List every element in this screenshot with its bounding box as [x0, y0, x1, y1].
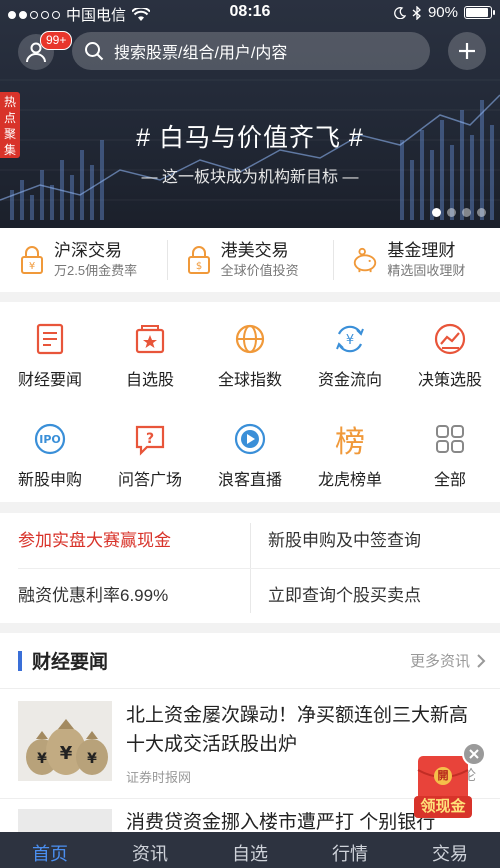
tab-watchlist[interactable]: 自选 [200, 832, 300, 868]
divider [18, 568, 500, 569]
pagination-dot[interactable] [447, 208, 456, 217]
quick-links: 参加实盘大赛赢现金 新股申购及中签查询 融资优惠利率6.99% 立即查询个股买卖… [0, 513, 500, 623]
chevron-right-icon [477, 653, 486, 668]
grid-label: 资金流向 [317, 372, 382, 389]
trade-title: 基金理财 [387, 241, 456, 260]
grid-item-live[interactable]: 浪客直播 [200, 402, 300, 502]
svg-text:$: $ [195, 261, 201, 272]
trade-subtitle: 全球价值投资 [220, 263, 299, 278]
trend-chart-icon [431, 320, 469, 358]
question-bubble-icon: ? [131, 420, 169, 458]
battery-percent: 90% [427, 4, 458, 21]
moon-icon [394, 6, 406, 19]
lock-yen-icon: ¥ [18, 243, 46, 277]
grid-label: 全部 [433, 472, 466, 489]
stock-query-link[interactable]: 立即查询个股买卖点 [250, 568, 500, 623]
tab-home[interactable]: 首页 [0, 832, 100, 868]
grid-label: 龙虎榜单 [317, 472, 382, 489]
lock-dollar-icon: $ [185, 243, 213, 277]
trade-entry-row: ¥ 沪深交易 万2.5佣金费率 $ 港美交易 全球价值投资 基金理财 精选固收理… [0, 228, 500, 292]
grid-item-ipo[interactable]: IPO 新股申购 [0, 402, 100, 502]
play-icon [231, 420, 269, 458]
search-icon [85, 42, 104, 61]
grid-item-fund-flow[interactable]: ¥ 资金流向 [300, 302, 400, 402]
svg-text:¥: ¥ [37, 751, 47, 767]
news-doc-icon [31, 320, 69, 358]
grid-label: 全球指数 [217, 372, 282, 389]
trade-subtitle: 万2.5佣金费率 [54, 263, 138, 278]
trade-subtitle: 精选固收理财 [387, 263, 466, 278]
section-marker [18, 650, 22, 671]
trade-title: 沪深交易 [54, 241, 122, 260]
banner-title: # 白马与价值齐飞 # [136, 124, 364, 152]
grid-item-global-index[interactable]: 全球指数 [200, 302, 300, 402]
grid-item-finance-news[interactable]: 财经要闻 [0, 302, 100, 402]
promo-contest-link[interactable]: 参加实盘大赛赢现金 [0, 513, 250, 568]
close-icon [469, 749, 479, 759]
article-thumbnail: ¥ ¥ ¥ [18, 701, 112, 781]
notification-badge: 99+ [40, 31, 73, 50]
svg-text:¥: ¥ [29, 261, 35, 272]
tab-news[interactable]: 资讯 [100, 832, 200, 868]
ipo-query-link[interactable]: 新股申购及中签查询 [250, 513, 500, 568]
svg-text:¥: ¥ [60, 743, 73, 764]
watchlist-icon [131, 320, 169, 358]
grid-label: 问答广场 [117, 472, 182, 489]
status-bar: 中国电信 08:16 90% [0, 0, 500, 26]
margin-rate-link[interactable]: 融资优惠利率6.99% [0, 568, 250, 623]
trade-title: 港美交易 [220, 241, 289, 260]
bang-char-icon: 榜 [335, 425, 365, 460]
grid-label: 自选股 [125, 372, 174, 389]
svg-text:?: ? [146, 431, 154, 447]
feature-grid: 财经要闻 自选股 全球指数 ¥ 资金流向 决策选股 IPO 新股申购 ? 问答广 [0, 302, 500, 502]
yen-cycle-icon: ¥ [331, 320, 369, 358]
hero-banner[interactable]: 中国电信 08:16 90% 99+ 搜索股票/组合/用户/内容 热点聚集 # … [0, 0, 500, 228]
plus-icon [459, 43, 475, 59]
svg-text:¥: ¥ [87, 751, 97, 767]
red-packet-label[interactable]: 领现金 [414, 796, 472, 818]
trade-item-hk-us[interactable]: $ 港美交易 全球价值投资 [166, 228, 334, 292]
pagination-dot[interactable] [462, 208, 471, 217]
close-red-packet-button[interactable] [462, 742, 486, 766]
banner-pagination[interactable] [432, 208, 486, 217]
grid-label: 浪客直播 [217, 472, 282, 489]
search-placeholder: 搜索股票/组合/用户/内容 [114, 45, 288, 62]
grid-item-all[interactable]: 全部 [400, 402, 500, 502]
trade-item-a-share[interactable]: ¥ 沪深交易 万2.5佣金费率 [0, 228, 167, 292]
tab-trade[interactable]: 交易 [400, 832, 500, 868]
add-button[interactable] [448, 32, 486, 70]
grid-item-decision[interactable]: 决策选股 [400, 302, 500, 402]
more-news-link[interactable]: 更多资讯 [410, 650, 486, 671]
battery-icon [464, 6, 495, 19]
grid-label: 决策选股 [417, 372, 482, 389]
svg-text:IPO: IPO [39, 433, 61, 446]
trade-item-fund[interactable]: 基金理财 精选固收理财 [333, 228, 500, 292]
globe-icon [231, 320, 269, 358]
article-title: 北上资金屡次躁动！净买额连创三大新高 十大成交活跃股出炉 [126, 705, 469, 755]
grid-item-qa[interactable]: ? 问答广场 [100, 402, 200, 502]
grid-label: 财经要闻 [17, 372, 82, 389]
red-packet-glyph: 開 [437, 770, 449, 782]
pagination-dot[interactable] [477, 208, 486, 217]
news-header: 财经要闻 更多资讯 [0, 633, 500, 689]
grid-label: 新股申购 [17, 472, 82, 489]
search-bar[interactable]: 搜索股票/组合/用户/内容 [72, 32, 430, 70]
banner-subtitle: — 这一板块成为机构新目标 — [141, 169, 359, 186]
piggy-bank-icon [351, 243, 379, 277]
grid-all-icon [431, 420, 469, 458]
svg-text:¥: ¥ [346, 333, 354, 348]
grid-item-watchlist[interactable]: 自选股 [100, 302, 200, 402]
article-source: 证券时报网 [126, 770, 192, 785]
more-news-label: 更多资讯 [409, 653, 470, 670]
news-section-title: 财经要闻 [32, 652, 109, 673]
grid-item-leaderboard[interactable]: 榜 龙虎榜单 [300, 402, 400, 502]
ipo-icon: IPO [31, 420, 69, 458]
bluetooth-icon [412, 5, 421, 20]
tab-market[interactable]: 行情 [300, 832, 400, 868]
pagination-dot[interactable] [432, 208, 441, 217]
bottom-tab-bar: 首页 资讯 自选 行情 交易 [0, 832, 500, 868]
